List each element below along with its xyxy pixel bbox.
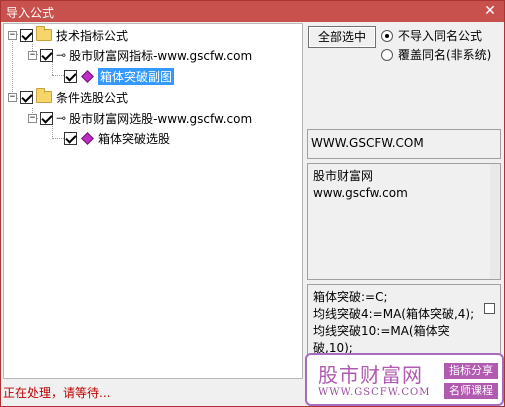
key-icon: ⊸ — [56, 111, 67, 125]
source-label: 股市财富网指标-www.gscfw.com — [69, 48, 253, 63]
title-bar[interactable]: 导入公式 ✕ — [1, 1, 504, 22]
description-box[interactable]: 股市财富网 www.gscfw.com — [307, 163, 501, 280]
source-checkbox[interactable] — [40, 48, 53, 62]
description-scrollbar[interactable] — [490, 164, 500, 279]
formula-icon — [81, 69, 94, 83]
watermark-name: 股市财富网 — [318, 363, 423, 387]
description-line: www.gscfw.com — [313, 186, 408, 200]
description-text: 股市财富网 www.gscfw.com — [313, 168, 408, 202]
category-checkbox[interactable] — [20, 28, 33, 42]
overwrite-radio[interactable] — [381, 48, 393, 61]
formula-icon — [81, 131, 94, 145]
formula-label[interactable]: 箱体突破副图 — [98, 67, 175, 85]
tree-node-source[interactable]: − ⊸ 股市财富网选股-www.gscfw.com — [28, 109, 252, 127]
overwrite-option[interactable]: 覆盖同名(非系统) — [381, 46, 491, 63]
category-label: 技术指标公式 — [56, 28, 129, 43]
import-formula-dialog: 导入公式 ✕ − 技术指标公式 − ⊸ 股市财富网指标-www.gscfw.co… — [0, 0, 505, 407]
tree-node-source[interactable]: − ⊸ 股市财富网指标-www.gscfw.com — [28, 46, 252, 64]
website-text: WWW.GSCFW.COM — [311, 136, 424, 150]
watermark-tag: 指标分享 — [444, 363, 498, 379]
collapse-icon[interactable]: − — [8, 30, 17, 40]
collapse-icon[interactable]: − — [28, 113, 37, 123]
tree-node-category[interactable]: − 技术指标公式 — [8, 26, 128, 44]
formula-label[interactable]: 箱体突破选股 — [98, 130, 170, 147]
formula-checkbox[interactable] — [64, 131, 77, 145]
site-watermark: 股市财富网 WWW.GSCFW.COM 指标分享 名师课程 — [305, 353, 504, 406]
status-text: 正在处理，请等待... — [3, 386, 111, 400]
formula-option-checkbox[interactable] — [484, 303, 495, 314]
source-label: 股市财富网选股-www.gscfw.com — [69, 111, 253, 126]
category-label: 条件选股公式 — [56, 90, 129, 105]
formula-tree[interactable]: − 技术指标公式 − ⊸ 股市财富网指标-www.gscfw.com 箱体突破副… — [3, 23, 303, 379]
tree-node-formula[interactable]: 箱体突破选股 — [64, 129, 170, 147]
window-title: 导入公式 — [6, 6, 55, 20]
description-line: 股市财富网 — [313, 169, 374, 183]
formula-line: 均线突破4:=MA(箱体突破,4); — [313, 307, 475, 321]
source-checkbox[interactable] — [40, 111, 53, 125]
overwrite-label: 覆盖同名(非系统) — [398, 48, 492, 62]
formula-checkbox[interactable] — [64, 69, 77, 83]
formula-line: 箱体突破:=C; — [313, 290, 388, 304]
skip-duplicate-radio[interactable] — [381, 29, 393, 42]
key-icon: ⊸ — [56, 48, 67, 62]
select-all-button[interactable]: 全部选中 — [308, 26, 376, 48]
skip-duplicate-option[interactable]: 不导入同名公式 — [381, 27, 482, 44]
formula-source-text: 箱体突破:=C; 均线突破4:=MA(箱体突破,4); 均线突破10:=MA(箱… — [313, 289, 483, 357]
watermark-tag: 名师课程 — [444, 383, 498, 399]
collapse-icon[interactable]: − — [8, 92, 17, 102]
tree-node-formula[interactable]: 箱体突破副图 — [64, 67, 175, 85]
category-checkbox[interactable] — [20, 90, 33, 104]
tree-node-category[interactable]: − 条件选股公式 — [8, 88, 128, 106]
collapse-icon[interactable]: − — [28, 50, 37, 60]
website-box: WWW.GSCFW.COM — [307, 129, 501, 159]
skip-duplicate-label: 不导入同名公式 — [398, 29, 483, 43]
formula-line: 均线突破10:=MA(箱体突 — [313, 324, 450, 338]
folder-icon — [36, 26, 52, 41]
folder-icon — [36, 88, 52, 103]
watermark-url: WWW.GSCFW.COM — [318, 387, 431, 398]
close-icon[interactable]: ✕ — [482, 3, 498, 19]
